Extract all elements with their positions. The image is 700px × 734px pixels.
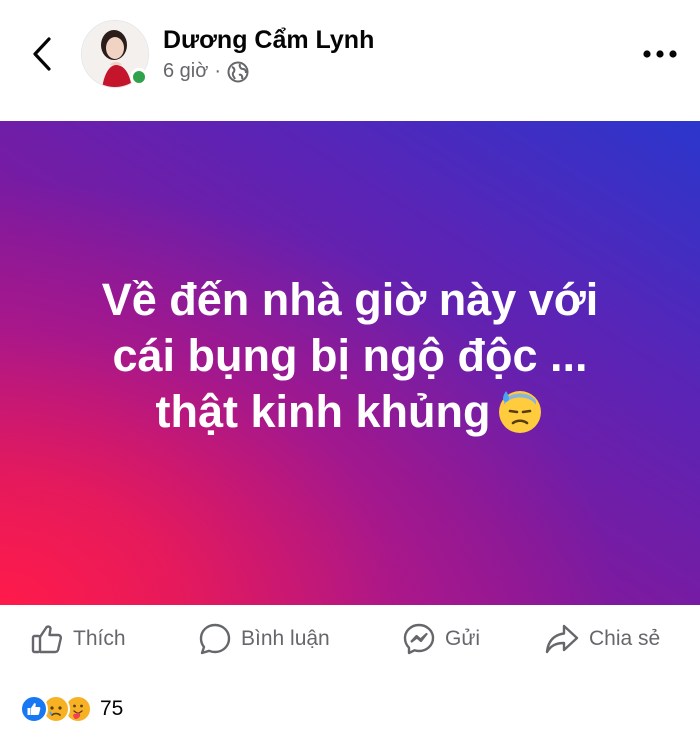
comment-bubble-icon bbox=[199, 623, 231, 655]
post-time[interactable]: 6 giờ bbox=[163, 60, 208, 83]
like-label: Thích bbox=[73, 627, 126, 650]
author-name[interactable]: Dương Cẩm Lynh bbox=[163, 26, 374, 55]
messenger-icon bbox=[403, 623, 435, 655]
downcast-face-with-sweat-emoji bbox=[496, 387, 544, 448]
send-label: Gửi bbox=[445, 627, 481, 650]
globe-icon bbox=[227, 61, 249, 82]
share-button[interactable]: Chia sẻ bbox=[544, 616, 660, 662]
like-reaction-icon bbox=[20, 695, 48, 723]
like-button[interactable]: Thích bbox=[30, 616, 126, 662]
share-arrow-icon bbox=[545, 624, 579, 654]
meta-separator: · bbox=[214, 60, 222, 82]
back-button[interactable] bbox=[24, 34, 60, 74]
comment-label: Bình luận bbox=[241, 627, 330, 650]
post-meta: 6 giờ · bbox=[163, 60, 249, 83]
reactions-summary[interactable]: 75 bbox=[20, 692, 123, 726]
share-label: Chia sẻ bbox=[589, 627, 661, 650]
thumbs-up-icon bbox=[31, 625, 63, 654]
more-horizontal-icon bbox=[643, 50, 677, 58]
post-header: Dương Cẩm Lynh 6 giờ · bbox=[0, 0, 700, 120]
more-options-button[interactable] bbox=[640, 40, 680, 68]
reaction-count: 75 bbox=[100, 697, 124, 720]
post-text: Về đến nhà giờ này với cái bụng bị ngộ đ… bbox=[20, 272, 680, 448]
online-status-indicator bbox=[130, 68, 148, 86]
post-actions-bar: Thích Bình luận Gửi Chia sẻ bbox=[0, 606, 700, 674]
send-button[interactable]: Gửi bbox=[402, 616, 480, 662]
author-avatar[interactable] bbox=[81, 20, 149, 88]
comment-button[interactable]: Bình luận bbox=[198, 616, 330, 662]
chevron-left-icon bbox=[33, 37, 51, 71]
